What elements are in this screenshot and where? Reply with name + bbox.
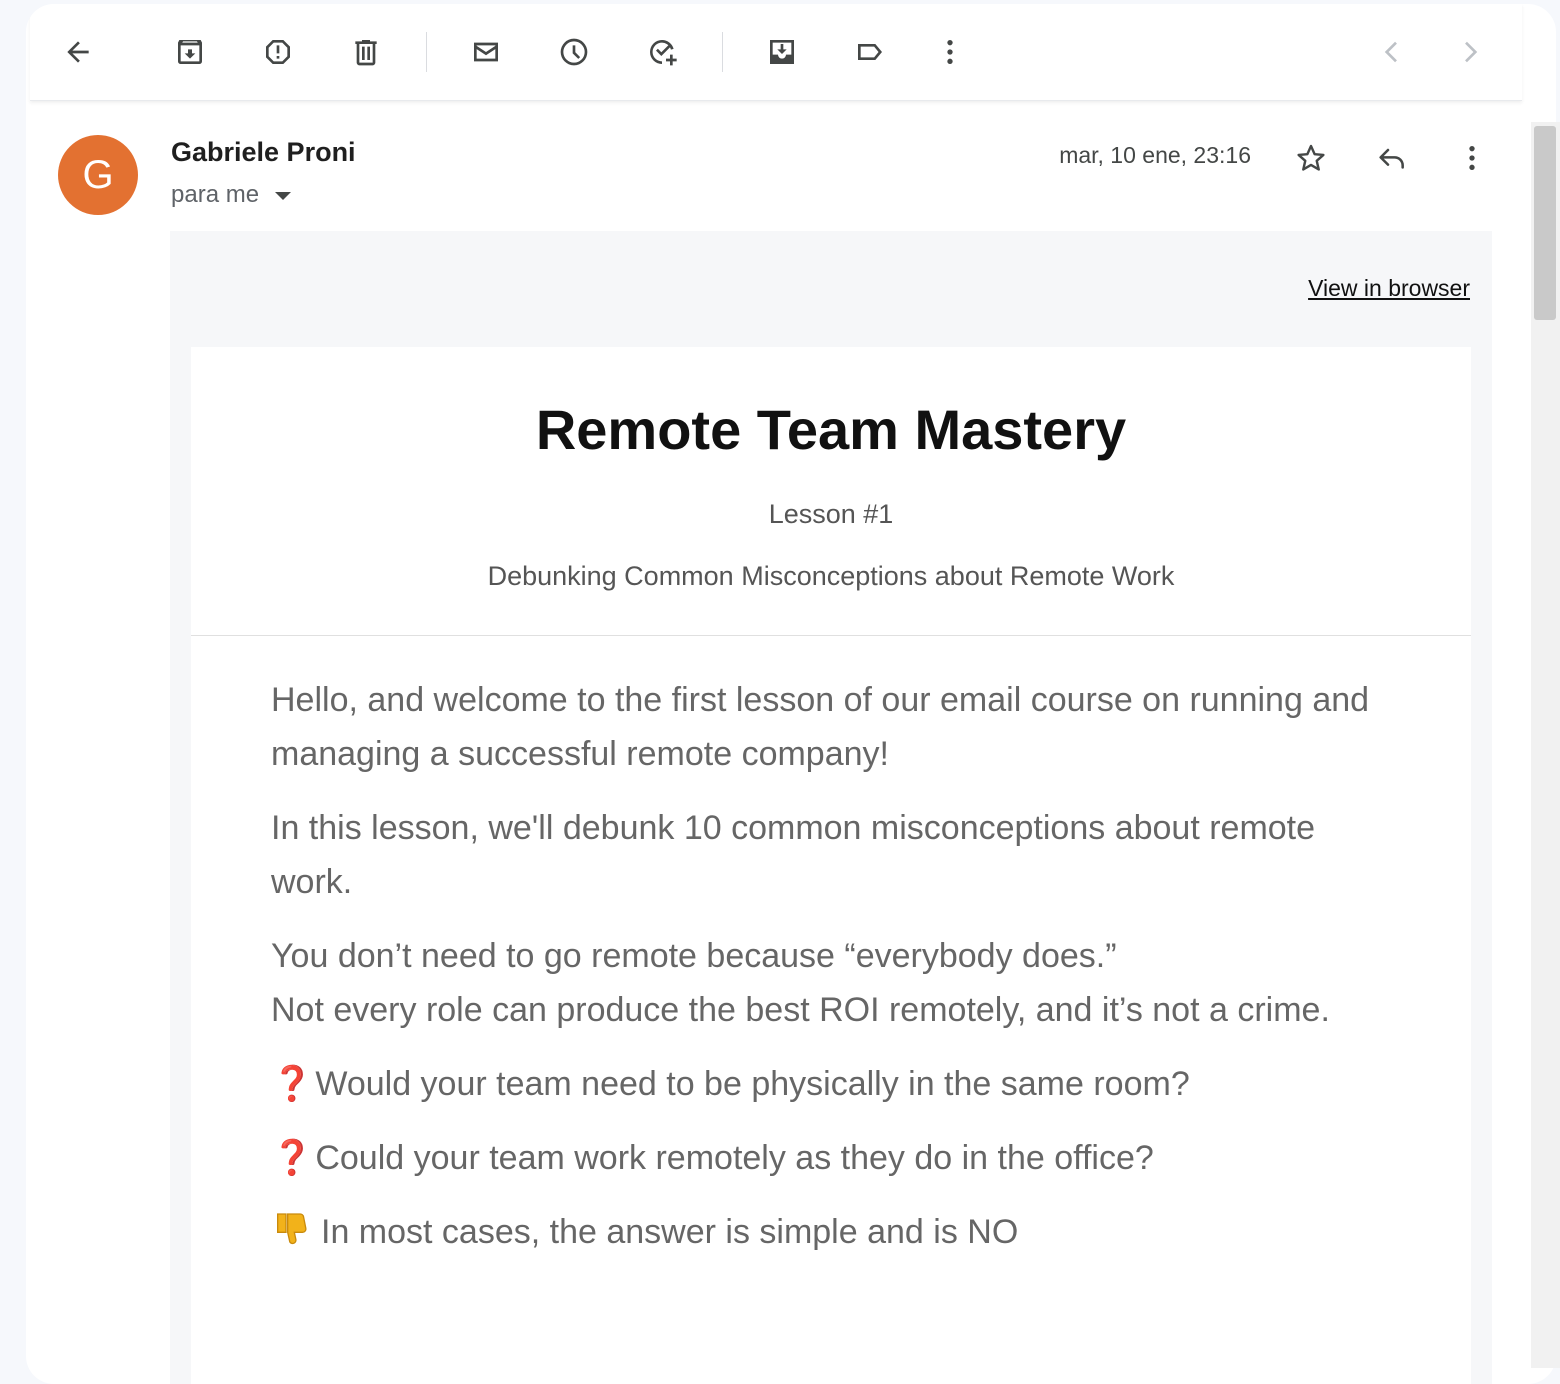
view-in-browser-link[interactable]: View in browser [1308,275,1470,302]
question-work-remotely: ❓Could your team work remotely as they d… [271,1131,1391,1185]
paragraph-remote-line2: Not every role can produce the best ROI … [271,991,1330,1029]
question-mark-icon: ❓ [271,1065,314,1103]
reply-icon [1379,148,1404,169]
back-arrow-icon [67,41,89,63]
scrollbar-thumb[interactable] [1534,126,1556,320]
lesson-text: Hello, and welcome to the first lesson o… [271,673,1391,1279]
message-more-button[interactable] [1448,134,1496,182]
trash-icon [355,40,377,66]
lesson-number: Lesson #1 [768,499,894,529]
question-mark-icon: ❓ [271,1139,314,1177]
chevron-right-icon [1465,41,1478,63]
report-spam-icon [266,40,290,64]
label-icon [858,44,882,60]
thumbs-down-icon [277,1213,307,1245]
snooze-button[interactable] [550,28,598,76]
paragraph-intro: Hello, and welcome to the first lesson o… [271,681,1370,773]
avatar-letter: G [82,152,114,197]
paragraph-remote: You don’t need to go remote because “eve… [271,929,1391,1037]
caret-down-icon [275,192,292,200]
move-to-button[interactable] [758,28,806,76]
question-same-room: ❓Would your team need to be physically i… [271,1057,1391,1111]
add-task-icon [650,40,677,66]
question-same-room-text: Would your team need to be physically in… [315,1065,1190,1103]
newer-button[interactable] [1446,28,1494,76]
report-spam-button[interactable] [254,28,302,76]
add-task-button[interactable] [638,28,686,76]
recipient-details-toggle[interactable]: para me [171,181,292,209]
paragraph-misconceptions: In this lesson, we'll debunk 10 common m… [271,809,1316,901]
mail-icon [474,42,498,62]
toolbar-divider [426,32,427,72]
more-vert-icon [1469,146,1475,170]
newsletter-body: View in browser Remote Team Mastery Less… [170,231,1492,1384]
archive-button[interactable] [166,28,214,76]
toolbar [30,4,1522,101]
mark-unread-button[interactable] [462,28,510,76]
reply-button[interactable] [1368,134,1416,182]
sender-name[interactable]: Gabriele Proni [171,137,356,168]
recipient-label: para me [171,181,260,208]
label-button[interactable] [846,28,894,76]
star-button[interactable] [1287,134,1335,182]
star-icon [1297,144,1325,171]
toolbar-divider [722,32,723,72]
chevron-left-icon [1384,41,1397,63]
archive-icon [178,40,202,64]
clock-icon [560,38,588,66]
answer-text: In most cases, the answer is simple and … [321,1213,1019,1251]
paragraph-remote-line1: You don’t need to go remote because “eve… [271,937,1117,975]
divider [191,635,1471,636]
lesson-subtitle: Debunking Common Misconceptions about Re… [487,561,1175,591]
avatar[interactable]: G [58,135,138,215]
question-work-remotely-text: Could your team work remotely as they do… [315,1139,1154,1177]
email-view: G Gabriele Proni para me mar, 10 ene, 23… [26,4,1556,1384]
move-to-icon [770,40,794,64]
newsletter-title: Remote Team Mastery [535,398,1127,461]
delete-button[interactable] [342,28,390,76]
older-button[interactable] [1368,28,1416,76]
message-date: mar, 10 ene, 23:16 [1059,142,1251,168]
answer-line: In most cases, the answer is simple and … [271,1205,1391,1259]
more-vert-icon [947,40,953,64]
more-button[interactable] [926,28,974,76]
back-button[interactable] [54,28,102,76]
newsletter-content: Remote Team Mastery Lesson #1 Debunking … [191,347,1471,1384]
